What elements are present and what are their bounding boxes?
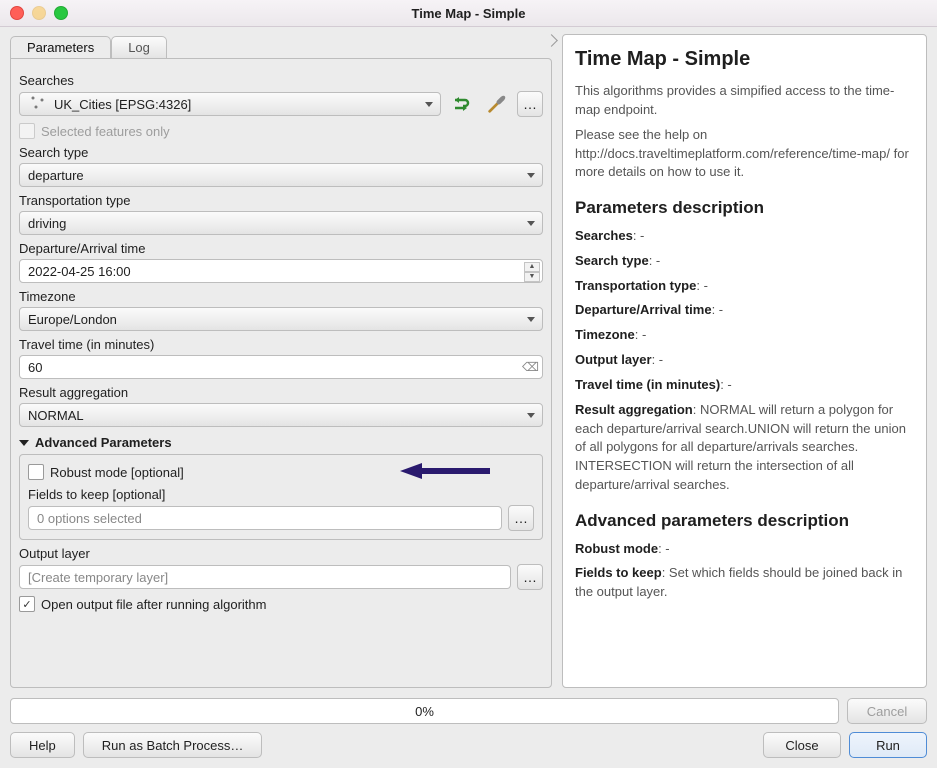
departure-arrival-input[interactable]: 2022-04-25 16:00 ▲▼ [19,259,543,283]
search-type-label: Search type [19,145,543,160]
output-layer-input[interactable]: [Create temporary layer] [19,565,511,589]
fields-to-keep-input[interactable]: 0 options selected [28,506,502,530]
departure-arrival-value: 2022-04-25 16:00 [28,264,131,279]
fields-to-keep-label: Fields to keep [optional] [28,487,534,502]
transportation-type-value: driving [28,216,66,231]
zoom-window-icon[interactable] [54,6,68,20]
search-type-dropdown[interactable]: departure [19,163,543,187]
help-heading: Parameters description [575,196,914,221]
open-output-label: Open output file after running algorithm [41,597,266,612]
chevron-down-icon [527,413,535,418]
output-layer-placeholder: [Create temporary layer] [28,570,168,585]
help-item: Departure/Arrival time [575,302,712,317]
output-layer-more-button[interactable]: … [517,564,543,590]
progress-bar: 0% [10,698,839,724]
help-item: Fields to keep [575,565,662,580]
ellipsis-icon: … [514,510,528,526]
help-item: Searches [575,228,633,243]
selected-features-checkbox [19,123,35,139]
searches-dropdown[interactable]: UK_Cities [EPSG:4326] [19,92,441,116]
cancel-button: Cancel [847,698,927,724]
help-item: Output layer [575,352,652,367]
chevron-down-icon [527,173,535,178]
result-aggregation-label: Result aggregation [19,385,543,400]
parameters-panel: Searches UK_Cities [EPSG:4326] [10,58,552,688]
tab-bar: Parameters Log [10,34,552,58]
help-item: Travel time (in minutes) [575,377,720,392]
help-title: Time Map - Simple [575,45,914,74]
travel-time-value: 60 [28,360,42,375]
run-button[interactable]: Run [849,732,927,758]
panel-collapse-chevron-icon[interactable] [545,34,558,47]
ellipsis-icon: … [523,569,537,585]
fields-to-keep-placeholder: 0 options selected [37,511,142,526]
help-paragraph: Please see the help on http://docs.trave… [575,126,914,183]
chevron-down-icon [527,221,535,226]
travel-time-label: Travel time (in minutes) [19,337,543,352]
fields-to-keep-more-button[interactable]: … [508,505,534,531]
timezone-label: Timezone [19,289,543,304]
result-aggregation-value: NORMAL [28,408,84,423]
robust-mode-label: Robust mode [optional] [50,465,184,480]
datetime-spinner[interactable]: ▲▼ [524,262,540,282]
ellipsis-icon: … [523,96,537,112]
chevron-down-icon [425,102,433,107]
progress-text: 0% [415,704,434,719]
robust-mode-checkbox[interactable] [28,464,44,480]
triangle-down-icon [19,440,29,446]
clear-input-icon[interactable]: ⌫ [522,360,536,374]
help-item: Result aggregation [575,402,693,417]
help-item: Search type [575,253,649,268]
help-item: Timezone [575,327,635,342]
chevron-down-icon [527,317,535,322]
run-batch-button[interactable]: Run as Batch Process… [83,732,263,758]
advanced-parameters-disclosure[interactable]: Advanced Parameters [19,435,543,450]
searches-more-button[interactable]: … [517,91,543,117]
travel-time-input[interactable]: 60 ⌫ [19,355,543,379]
searches-value: UK_Cities [EPSG:4326] [54,97,191,112]
help-item: Transportation type [575,278,696,293]
output-layer-label: Output layer [19,546,543,561]
select-layer-options-button[interactable] [483,91,511,117]
window-title: Time Map - Simple [412,6,526,21]
timezone-dropdown[interactable]: Europe/London [19,307,543,331]
points-layer-icon [28,93,48,116]
iterate-features-button[interactable] [447,91,477,117]
selected-features-label: Selected features only [41,124,170,139]
help-paragraph: This algorithms provides a simpified acc… [575,82,914,120]
close-window-icon[interactable] [10,6,24,20]
close-button[interactable]: Close [763,732,841,758]
tab-parameters[interactable]: Parameters [10,36,111,58]
transportation-type-dropdown[interactable]: driving [19,211,543,235]
annotation-arrow-icon [400,461,490,481]
window-titlebar: Time Map - Simple [0,0,937,27]
open-output-checkbox[interactable]: ✓ [19,596,35,612]
departure-arrival-label: Departure/Arrival time [19,241,543,256]
help-item: Robust mode [575,541,658,556]
searches-label: Searches [19,73,543,88]
help-panel: Time Map - Simple This algorithms provid… [562,34,927,688]
transportation-type-label: Transportation type [19,193,543,208]
tab-log[interactable]: Log [111,36,167,58]
help-heading: Advanced parameters description [575,509,914,534]
help-button[interactable]: Help [10,732,75,758]
search-type-value: departure [28,168,84,183]
result-aggregation-dropdown[interactable]: NORMAL [19,403,543,427]
advanced-parameters-box: Robust mode [optional] Fields to keep [o… [19,454,543,540]
timezone-value: Europe/London [28,312,117,327]
advanced-parameters-header: Advanced Parameters [35,435,172,450]
minimize-window-icon[interactable] [32,6,46,20]
